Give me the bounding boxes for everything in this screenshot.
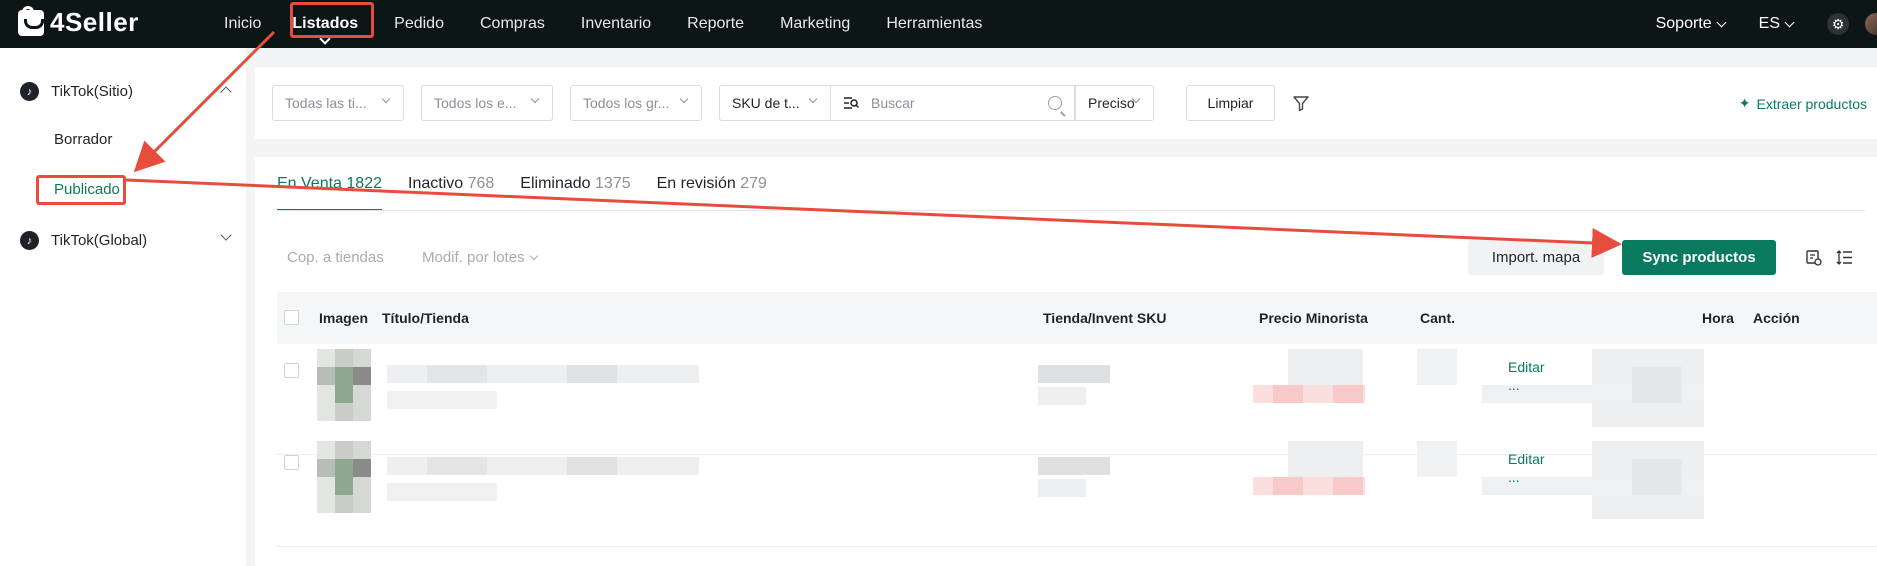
column-image: Imagen: [319, 310, 369, 326]
column-title: Título/Tienda: [382, 310, 469, 326]
clear-button[interactable]: Limpiar: [1186, 85, 1275, 121]
more-actions-link[interactable]: ...: [1508, 469, 1520, 485]
chevron-up-icon: [220, 86, 232, 98]
support-menu[interactable]: Soporte: [1656, 15, 1727, 33]
column-settings-icon[interactable]: [1836, 249, 1853, 266]
sidebar-group-tiktok-global[interactable]: ♪ TikTok(Global): [20, 229, 232, 250]
quantity-value: [1417, 441, 1457, 477]
listings-panel: En Venta 1822 Inactivo 768 Eliminado 137…: [255, 157, 1877, 566]
row-checkbox[interactable]: [284, 455, 299, 470]
sidebar: ♪ TikTok(Sitio) Borrador Publicado ♪ Tik…: [0, 48, 246, 566]
language-menu[interactable]: ES: [1759, 15, 1795, 33]
product-image[interactable]: [317, 349, 371, 421]
sync-highlight: [1620, 238, 1780, 278]
batch-edit-dropdown[interactable]: Modif. por lotes: [422, 249, 538, 266]
more-actions-link[interactable]: ...: [1508, 377, 1520, 393]
tab-en-venta[interactable]: En Venta 1822: [277, 175, 382, 211]
sidebar-group-tiktok-sitio[interactable]: ♪ TikTok(Sitio): [20, 82, 232, 101]
column-quantity: Cant.: [1420, 310, 1455, 326]
filter-bar: Todas las ti... Todos los e... Todos los…: [255, 67, 1877, 139]
price-value: [1253, 349, 1365, 403]
search-input[interactable]: Buscar: [830, 85, 1075, 121]
edit-link[interactable]: Editar: [1508, 451, 1545, 467]
status-tabs: En Venta 1822 Inactivo 768 Eliminado 137…: [277, 175, 793, 211]
gear-icon[interactable]: ⚙: [1827, 13, 1849, 35]
tab-eliminado[interactable]: Eliminado 1375: [520, 175, 630, 211]
group-select[interactable]: Todos los gr...: [570, 85, 702, 121]
top-right-menu: Soporte ES ⚙: [1656, 0, 1877, 48]
table-header: Imagen Título/Tienda Tienda/Invent SKU P…: [277, 292, 1877, 344]
sparkle-icon: ✦: [1738, 95, 1751, 111]
top-navigation-bar: 4Seller Inicio Listados Pedido Compras I…: [0, 0, 1877, 48]
chevron-down-icon: [220, 229, 232, 241]
logo[interactable]: 4Seller: [18, 5, 139, 38]
quantity-value: [1417, 349, 1457, 385]
edit-link[interactable]: Editar: [1508, 359, 1545, 375]
logo-text: 4Seller: [50, 7, 139, 37]
sku-value: [1038, 365, 1110, 413]
select-all-checkbox[interactable]: [284, 310, 299, 325]
import-map-button[interactable]: Import. mapa: [1468, 240, 1604, 275]
chevron-down-icon: [679, 94, 689, 104]
nav-herramientas[interactable]: Herramientas: [886, 15, 982, 33]
chevron-down-icon: [808, 94, 818, 104]
status-select[interactable]: Todos los e...: [421, 85, 553, 121]
search-list-icon: [844, 97, 859, 109]
listados-highlight: [290, 2, 374, 38]
publicado-highlight: [36, 175, 126, 205]
price-value: [1253, 441, 1365, 495]
search-icon[interactable]: [1048, 96, 1062, 110]
sidebar-group-label: TikTok(Global): [51, 232, 148, 249]
sku-value: [1038, 457, 1110, 505]
product-title[interactable]: [387, 457, 699, 505]
sidebar-item-borrador[interactable]: Borrador: [54, 131, 112, 148]
tiktok-icon: ♪: [20, 231, 39, 250]
table-row: Editar ...: [277, 437, 1877, 547]
logo-bag-icon: [18, 5, 44, 36]
column-time[interactable]: Hora: [1702, 310, 1734, 326]
column-sku: Tienda/Invent SKU: [1043, 310, 1167, 326]
tab-inactivo[interactable]: Inactivo 768: [408, 175, 494, 211]
nav-inventario[interactable]: Inventario: [581, 15, 651, 33]
column-price: Precio Minorista: [1259, 310, 1368, 326]
product-image[interactable]: [317, 441, 371, 513]
column-action: Acción: [1753, 310, 1800, 326]
match-select[interactable]: Preciso: [1075, 85, 1154, 121]
row-checkbox[interactable]: [284, 363, 299, 378]
product-title[interactable]: [387, 365, 699, 413]
filter-funnel-icon[interactable]: [1292, 94, 1310, 112]
chevron-down-icon: [530, 94, 540, 104]
tabs-divider: [277, 210, 1865, 211]
chevron-down-icon: [1784, 17, 1795, 27]
tiktok-icon: ♪: [20, 82, 39, 101]
nav-compras[interactable]: Compras: [480, 15, 545, 33]
shop-select[interactable]: Todas las ti...: [272, 85, 404, 121]
chevron-down-icon: [1716, 17, 1727, 27]
chevron-down-icon: [529, 251, 538, 260]
nav-pedido[interactable]: Pedido: [394, 15, 444, 33]
extract-products-button[interactable]: ✦ Extraer productos: [1739, 95, 1867, 112]
export-list-icon[interactable]: [1805, 249, 1822, 266]
nav-reporte[interactable]: Reporte: [687, 15, 744, 33]
sidebar-group-label: TikTok(Sitio): [51, 83, 133, 100]
nav-marketing[interactable]: Marketing: [780, 15, 850, 33]
copy-to-shops-button[interactable]: Cop. a tiendas: [287, 249, 384, 266]
search-type-select[interactable]: SKU de t...: [719, 85, 831, 121]
avatar[interactable]: [1865, 13, 1877, 35]
chevron-down-icon: [381, 94, 391, 104]
nav-inicio[interactable]: Inicio: [224, 15, 261, 33]
tab-en-revision[interactable]: En revisión 279: [657, 175, 767, 211]
